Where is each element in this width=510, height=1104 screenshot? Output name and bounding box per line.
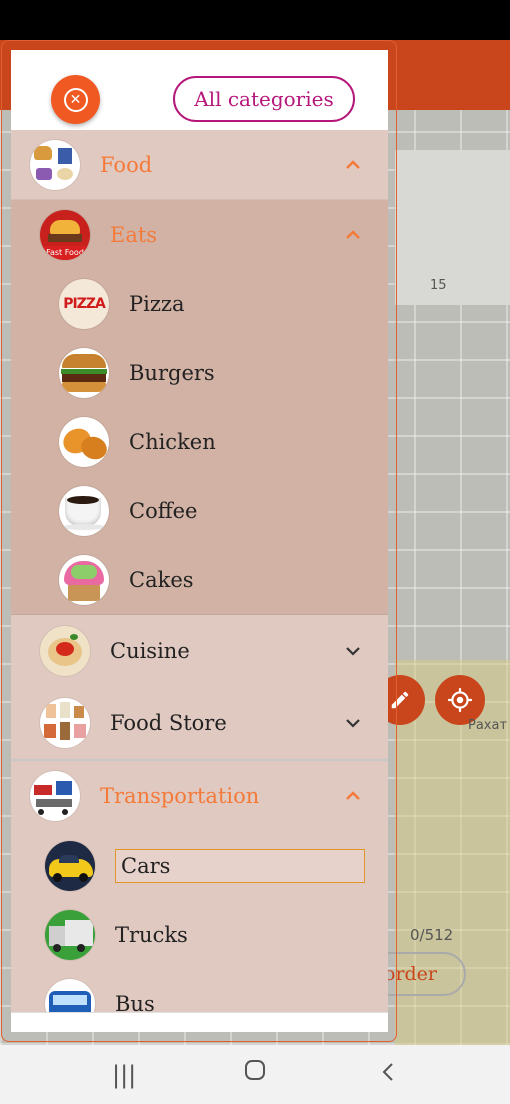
category-label: Food Store bbox=[110, 711, 227, 735]
category-eats[interactable]: Fast Food Eats bbox=[11, 200, 388, 269]
category-pizza[interactable]: PIZZA Pizza bbox=[11, 269, 388, 338]
category-label: Eats bbox=[110, 222, 158, 247]
chevron-up-icon bbox=[346, 791, 360, 800]
chevron-down-icon bbox=[346, 719, 360, 728]
chicken-thumbnail bbox=[59, 416, 109, 467]
category-coffee[interactable]: Coffee bbox=[11, 476, 388, 545]
category-label: Trucks bbox=[115, 922, 188, 947]
category-chicken[interactable]: Chicken bbox=[11, 407, 388, 476]
home-icon[interactable] bbox=[244, 1059, 266, 1087]
category-label: Cuisine bbox=[110, 639, 190, 663]
category-trucks[interactable]: Trucks bbox=[11, 900, 388, 969]
category-cakes[interactable]: Cakes bbox=[11, 545, 388, 614]
category-list: Food Fast Food Eats PIZZA Pizza Burgers … bbox=[11, 130, 388, 1032]
category-food-store[interactable]: Food Store bbox=[11, 687, 388, 759]
category-cars[interactable]: Cars bbox=[11, 831, 388, 900]
category-transportation[interactable]: Transportation bbox=[11, 761, 388, 831]
category-label: Transportation bbox=[100, 784, 260, 808]
category-food[interactable]: Food bbox=[11, 130, 388, 200]
category-label: Chicken bbox=[129, 429, 216, 454]
drawer-footer bbox=[11, 1012, 388, 1032]
category-label: Cakes bbox=[129, 567, 194, 592]
category-label: Pizza bbox=[129, 291, 185, 316]
status-bar bbox=[0, 0, 510, 40]
recent-apps-icon[interactable]: ||| bbox=[112, 1061, 136, 1089]
pizza-thumbnail: PIZZA bbox=[59, 278, 109, 329]
truck-thumbnail bbox=[45, 909, 95, 960]
category-label: Food bbox=[100, 152, 153, 177]
eats-thumbnail: Fast Food bbox=[40, 209, 90, 260]
transportation-thumbnail bbox=[30, 771, 80, 821]
all-categories-button[interactable]: All categories bbox=[173, 76, 355, 122]
food-thumbnail bbox=[30, 139, 80, 190]
cake-thumbnail bbox=[59, 554, 109, 605]
back-icon[interactable] bbox=[380, 1061, 396, 1089]
system-nav-bar: ||| bbox=[0, 1045, 510, 1104]
drawer-header: ✕ All categories bbox=[11, 50, 388, 131]
cuisine-thumbnail bbox=[40, 626, 90, 676]
coffee-thumbnail bbox=[59, 485, 109, 536]
category-drawer: ✕ All categories Food Fast Food Eats PIZ… bbox=[11, 50, 388, 1032]
category-burgers[interactable]: Burgers bbox=[11, 338, 388, 407]
close-circle-icon: ✕ bbox=[63, 87, 88, 112]
chevron-up-icon bbox=[346, 159, 360, 169]
map-place-label: Рахат bbox=[468, 718, 508, 733]
category-label: Coffee bbox=[129, 498, 198, 523]
char-counter: 0/512 bbox=[410, 926, 454, 944]
car-thumbnail bbox=[45, 840, 95, 891]
map-house-number: 15 bbox=[430, 278, 447, 293]
chevron-up-icon bbox=[346, 229, 360, 239]
close-button[interactable]: ✕ bbox=[51, 75, 100, 124]
category-cuisine[interactable]: Cuisine bbox=[11, 615, 388, 687]
chevron-down-icon bbox=[346, 647, 360, 656]
crosshair-icon bbox=[448, 688, 472, 712]
food-store-thumbnail bbox=[40, 698, 90, 748]
burger-thumbnail bbox=[59, 347, 109, 398]
category-label-selected: Cars bbox=[115, 848, 365, 883]
category-label: Burgers bbox=[129, 360, 215, 385]
